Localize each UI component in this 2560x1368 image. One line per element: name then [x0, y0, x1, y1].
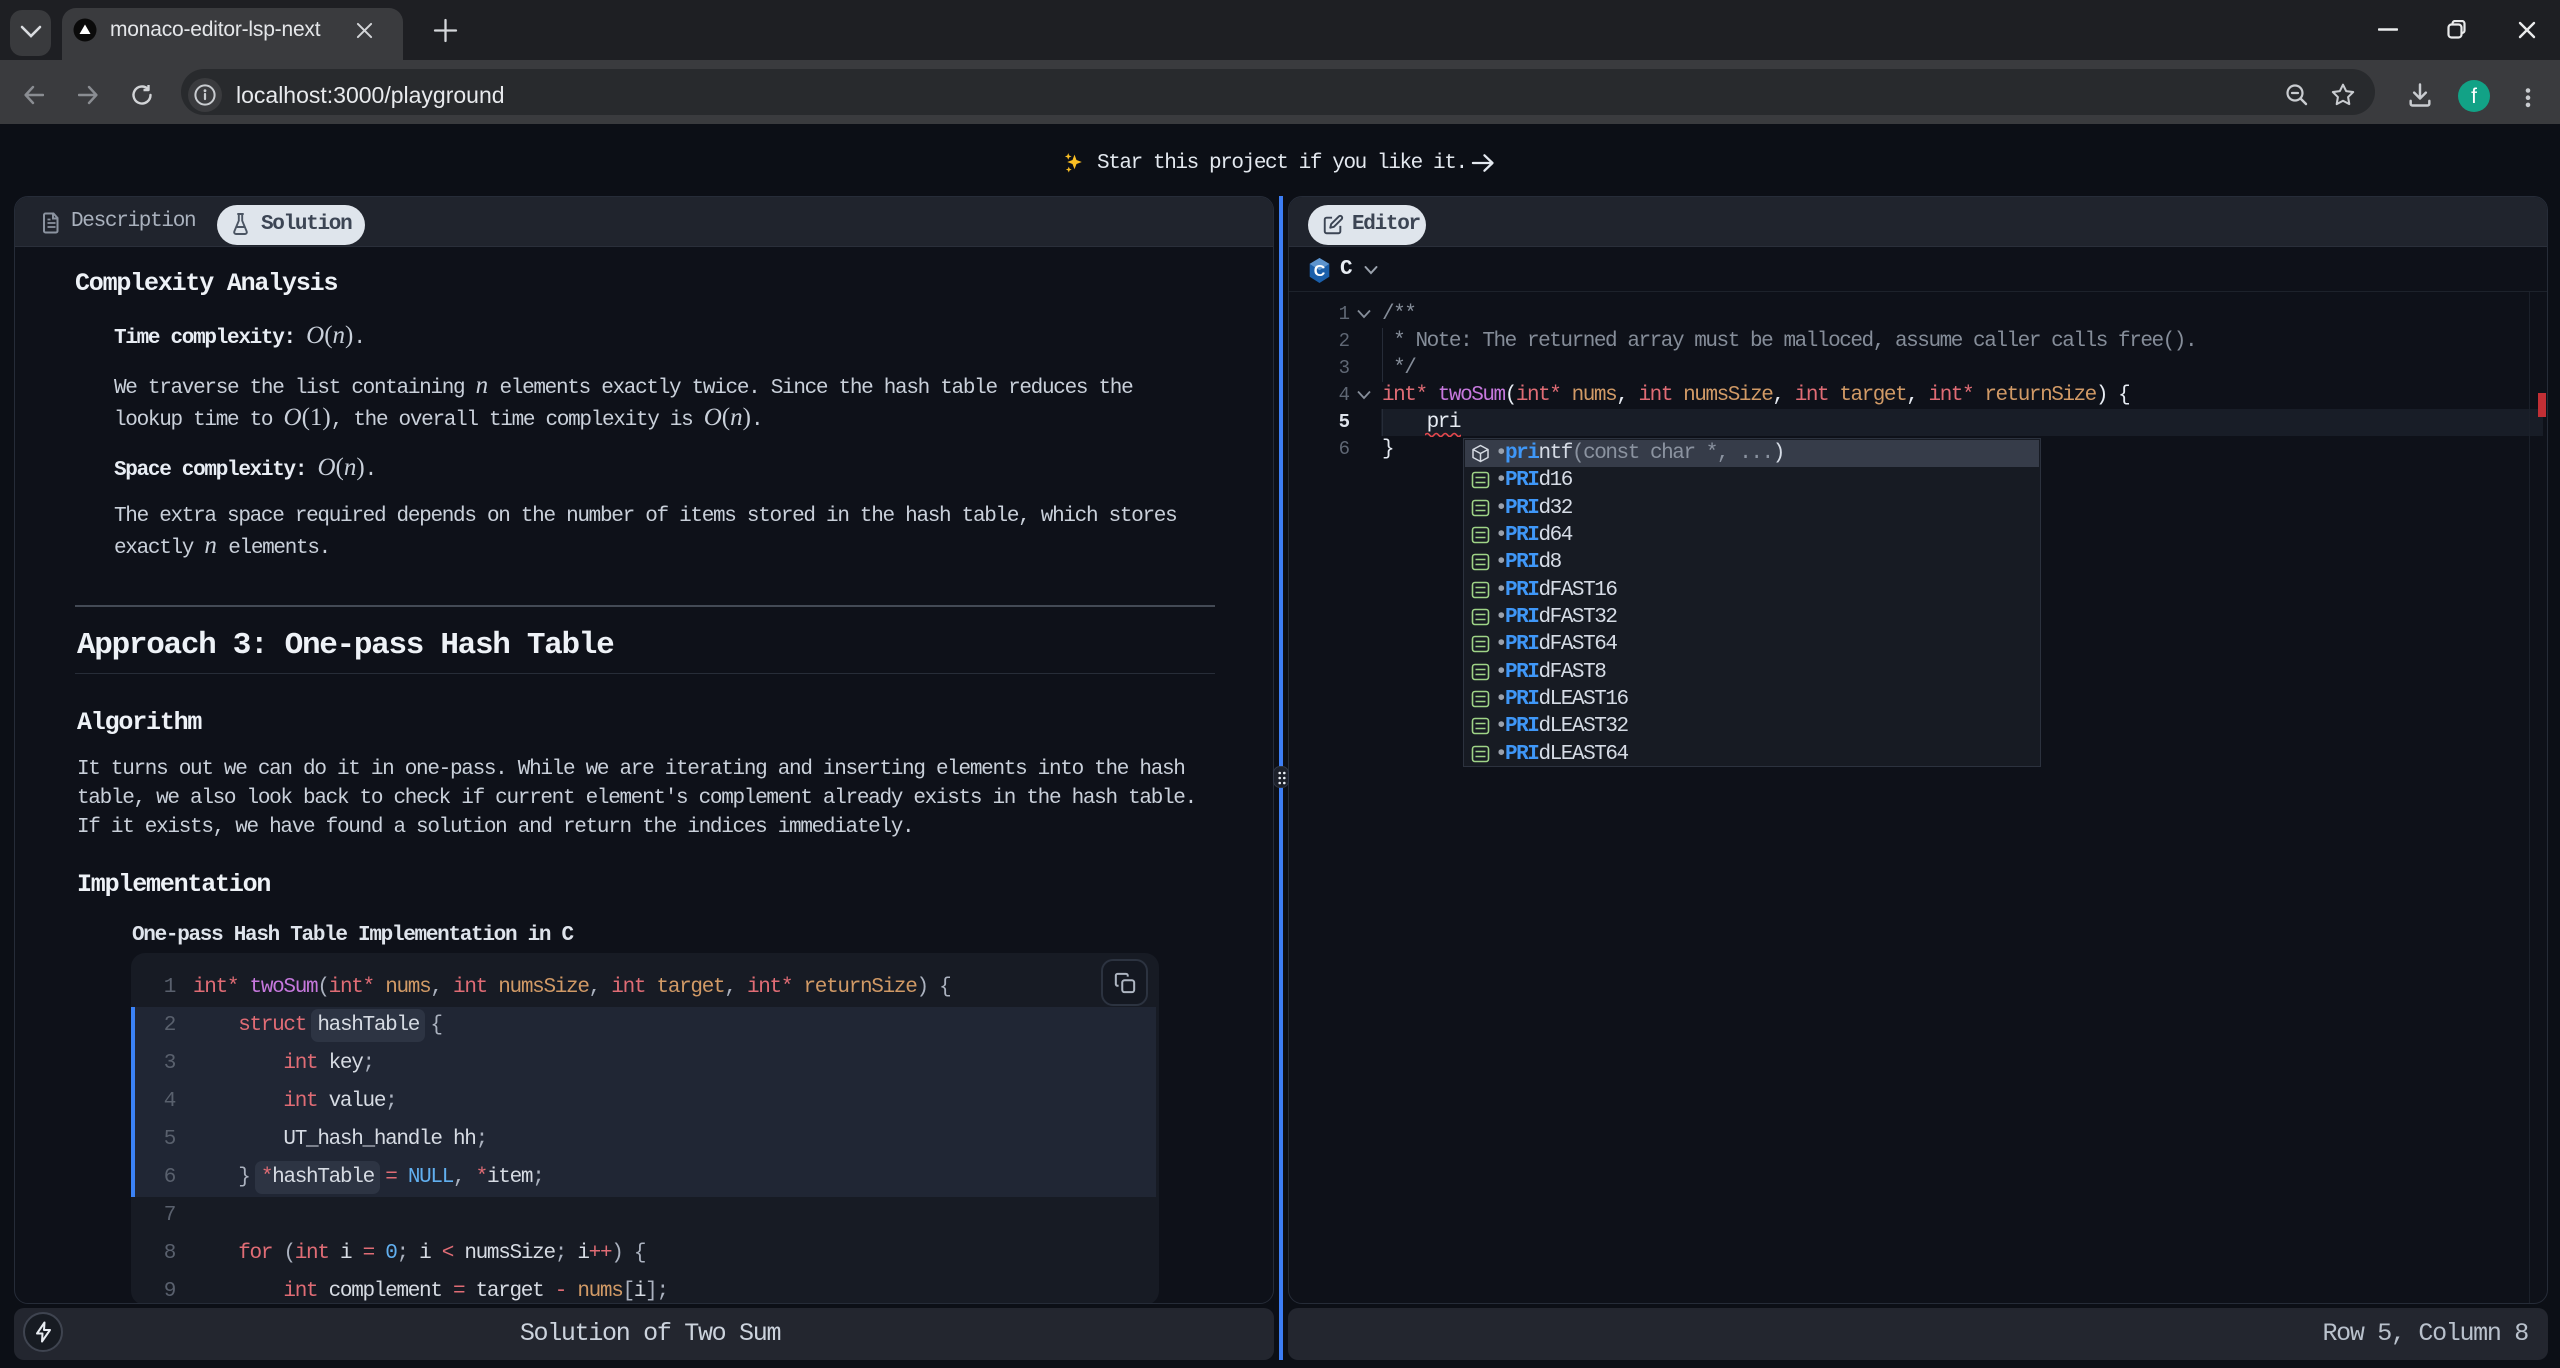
svg-text:C: C — [1314, 263, 1326, 280]
